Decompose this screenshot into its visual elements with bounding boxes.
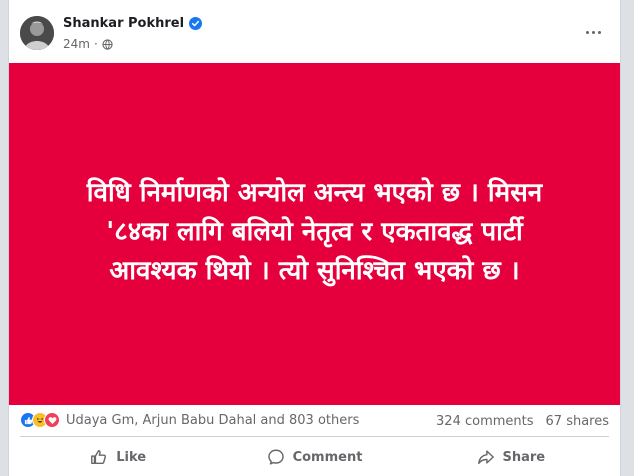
more-dot-icon bbox=[597, 30, 601, 34]
like-label: Like bbox=[116, 449, 147, 465]
like-button[interactable]: Like bbox=[20, 441, 216, 473]
comment-button[interactable]: Comment bbox=[216, 441, 412, 473]
actions-divider bbox=[20, 436, 609, 437]
post-card: Shankar Pokhrel 24m · विधि निर्माणको अन्… bbox=[8, 0, 621, 476]
avatar-image bbox=[20, 16, 54, 50]
meta-separator: · bbox=[93, 37, 98, 51]
author-name-text[interactable]: Shankar Pokhrel bbox=[63, 16, 184, 31]
like-icon bbox=[91, 449, 107, 465]
post-text-line: '८४का लागि बलियो नेतृत्व र एकतावद्ध पार्… bbox=[106, 216, 523, 247]
globe-icon[interactable] bbox=[102, 38, 113, 50]
more-options-button[interactable] bbox=[577, 22, 609, 42]
post-text-line: आवश्यक थियो । त्यो सुनिश्चित भएको छ । bbox=[109, 255, 520, 286]
heart-icon bbox=[48, 416, 56, 424]
post-text-line: विधि निर्माणको अन्योल अन्त्य भएको छ । मि… bbox=[86, 177, 543, 208]
reactions-summary[interactable]: Udaya Gm, Arjun Babu Dahal and 803 other… bbox=[20, 412, 359, 428]
share-label: Share bbox=[502, 449, 546, 465]
action-bar: Like Comment Share bbox=[20, 441, 609, 473]
post-content: विधि निर्माणको अन्योल अन्त्य भएको छ । मि… bbox=[9, 63, 620, 405]
post-text: विधि निर्माणको अन्योल अन्त्य भएको छ । मि… bbox=[35, 174, 595, 291]
love-reaction-icon[interactable] bbox=[44, 412, 60, 428]
post-time[interactable]: 24m bbox=[63, 37, 90, 51]
post-stats: 324 comments 67 shares bbox=[436, 414, 609, 429]
share-icon bbox=[477, 450, 494, 465]
author-avatar[interactable] bbox=[20, 16, 54, 50]
comment-label: Comment bbox=[292, 449, 363, 465]
post-meta: 24m · bbox=[63, 37, 113, 51]
verified-badge-icon bbox=[189, 17, 203, 30]
more-dot-icon bbox=[585, 30, 589, 34]
share-button[interactable]: Share bbox=[413, 441, 609, 473]
reaction-names[interactable]: Udaya Gm, Arjun Babu Dahal and 803 other… bbox=[66, 413, 359, 428]
comment-icon bbox=[267, 449, 284, 465]
shares-count[interactable]: 67 shares bbox=[546, 414, 609, 429]
more-dot-icon bbox=[591, 30, 595, 34]
reaction-icons[interactable] bbox=[20, 412, 60, 428]
comments-count[interactable]: 324 comments bbox=[436, 414, 533, 429]
author-name[interactable]: Shankar Pokhrel bbox=[63, 16, 203, 31]
